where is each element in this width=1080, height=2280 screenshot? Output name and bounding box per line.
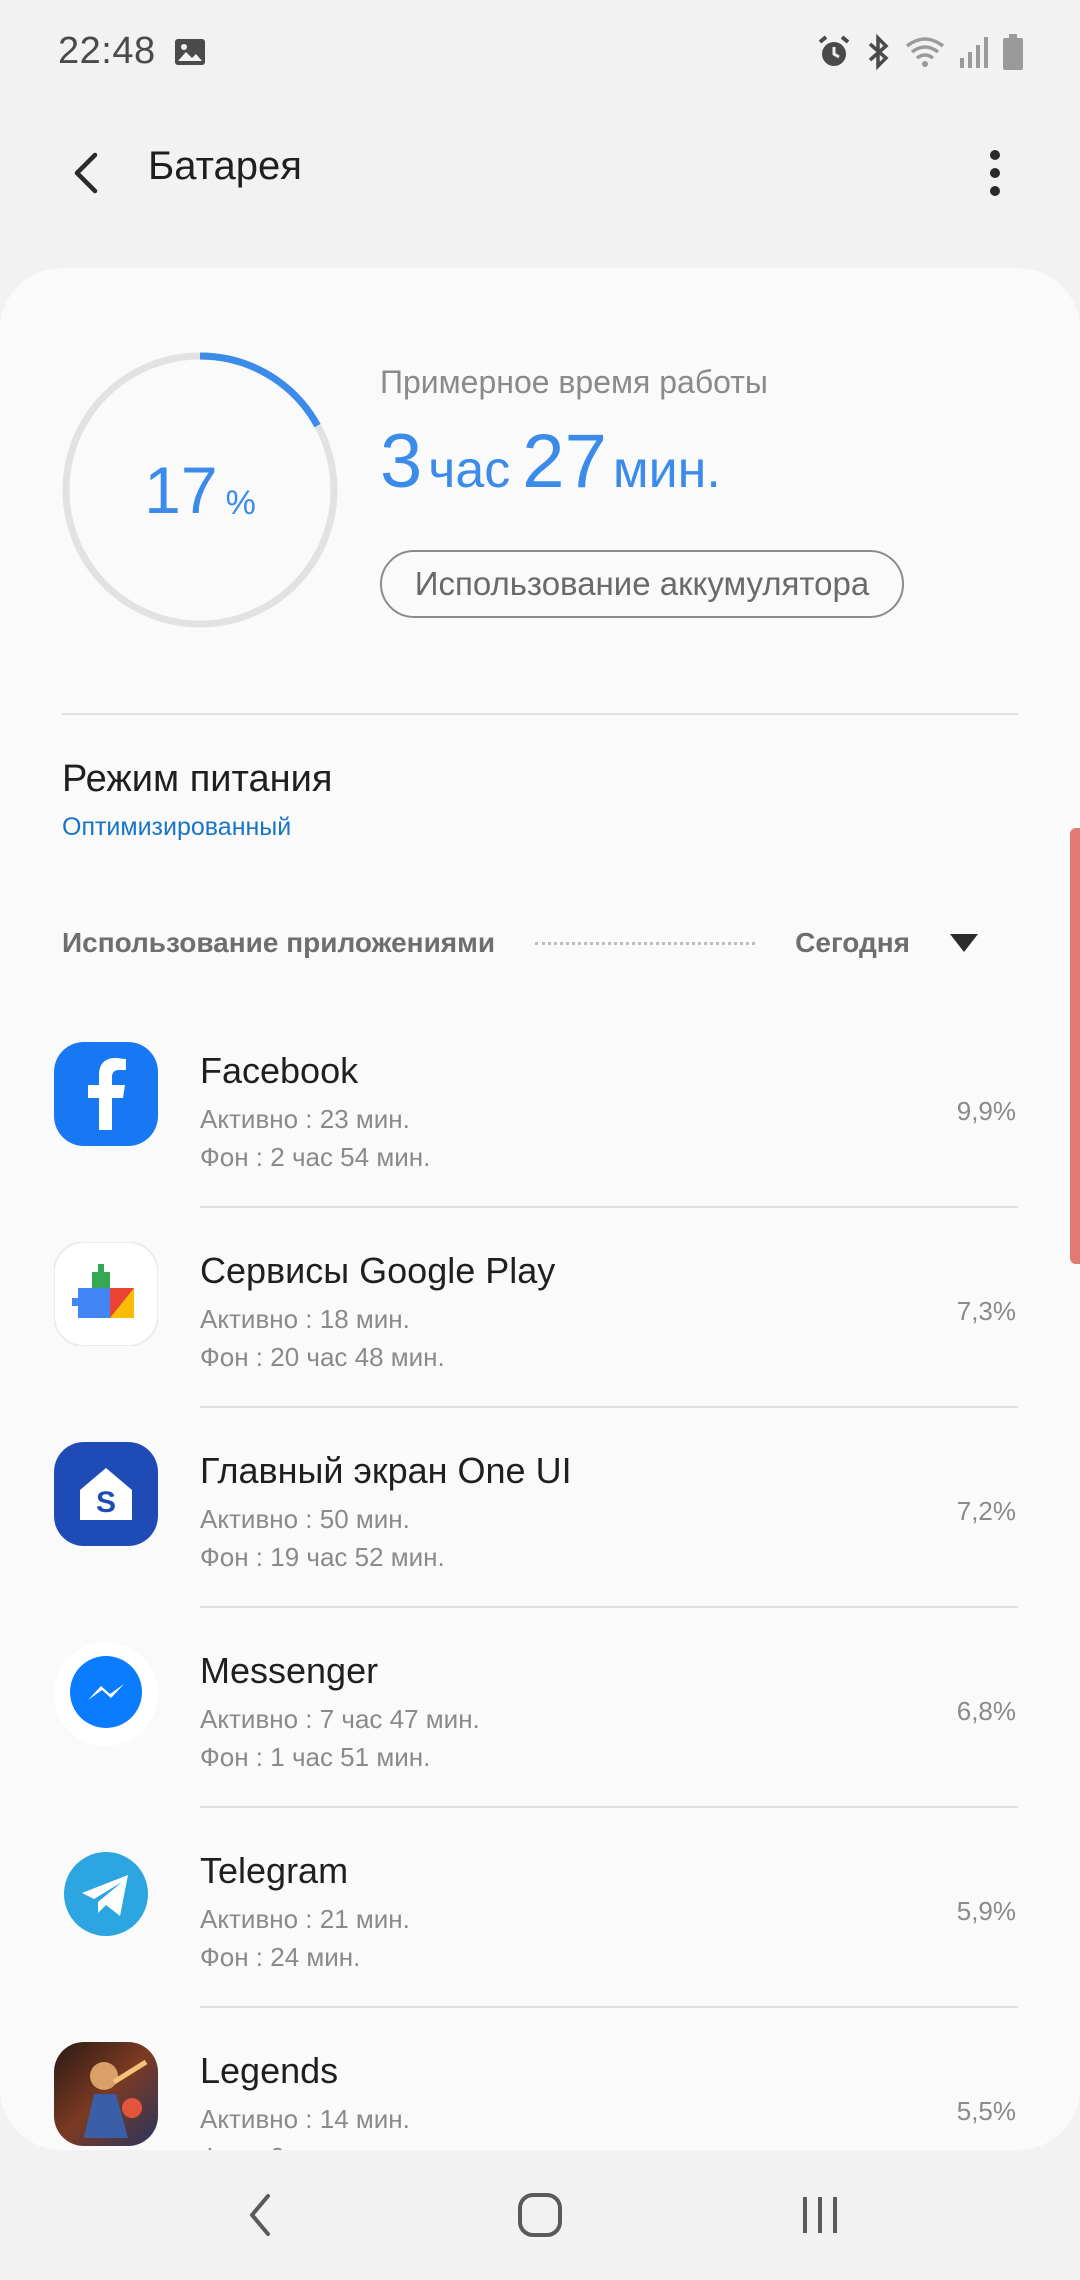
app-name: Сервисы Google Play: [200, 1250, 556, 1291]
app-usage-percent: 9,9%: [956, 1096, 1016, 1126]
back-arrow-icon: [74, 152, 98, 194]
more-vertical-icon: [990, 150, 1000, 196]
wifi-icon: [904, 34, 946, 70]
period-dropdown[interactable]: Сегодня: [795, 927, 978, 959]
telegram-icon: [54, 1842, 158, 1946]
svg-text:S: S: [96, 1486, 116, 1519]
app-active-time: Активно : 50 мин.: [200, 1504, 410, 1534]
app-usage-header: Использование приложениями Сегодня: [62, 918, 1018, 968]
app-background-time: Фон : 24 мин.: [200, 1942, 361, 1972]
estimate-minutes: 27: [522, 419, 607, 504]
app-background-time: Фон : 1 час 51 мин.: [200, 1742, 431, 1772]
navigation-bar: [0, 2150, 1080, 2280]
battery-percent-unit: %: [225, 483, 256, 522]
estimate-hours: 3: [380, 419, 423, 504]
nav-home-icon: [518, 2193, 562, 2237]
app-name: Главный экран One UI: [200, 1450, 572, 1491]
battery-percent: 17 %: [60, 350, 340, 630]
more-options-button[interactable]: [960, 138, 1030, 208]
nav-recents-button[interactable]: [780, 2175, 860, 2255]
alarm-icon: [816, 34, 852, 70]
dropdown-arrow-icon: [950, 934, 978, 952]
facebook-icon: [54, 1042, 158, 1146]
google-play-services-icon: [53, 1241, 159, 1347]
status-icons: [816, 32, 1024, 72]
app-usage-row[interactable]: Facebook Активно : 23 мин. Фон : 2 час 54 …: [0, 1008, 1080, 1208]
app-name: Legends: [200, 2050, 339, 2091]
divider: [62, 713, 1018, 715]
power-mode-title: Режим питания: [62, 758, 333, 800]
nav-back-icon: [250, 2194, 270, 2236]
app-name: Messenger: [200, 1650, 379, 1691]
one-ui-home-icon: S: [54, 1442, 158, 1546]
app-background-time: Фон : 2 час 54 мин.: [200, 1142, 431, 1172]
period-dropdown-label: Сегодня: [795, 927, 910, 958]
app-background-time: Фон : 20 час 48 мин.: [200, 1342, 445, 1372]
app-usage-percent: 7,2%: [956, 1496, 1016, 1526]
estimate-label: Примерное время работы: [380, 364, 768, 400]
app-usage-percent: 6,8%: [956, 1696, 1016, 1726]
nav-recents-icon: [803, 2197, 837, 2233]
back-button[interactable]: [52, 138, 122, 208]
bluetooth-icon: [864, 34, 892, 70]
app-usage-row[interactable]: Messenger Активно : 7 час 47 мин. Фон : 1 …: [0, 1608, 1080, 1808]
app-bar: Батарея: [0, 120, 1080, 230]
status-bar: 22:48: [0, 0, 1080, 100]
battery-usage-button[interactable]: Использование аккумулятора: [380, 550, 904, 618]
legends-game-icon: [54, 2042, 158, 2146]
nav-home-button[interactable]: [500, 2175, 580, 2255]
app-active-time: Активно : 23 мин.: [200, 1104, 410, 1134]
dotted-separator: [535, 941, 756, 945]
battery-screen: 22:48 Батарея 17 % Примерное время работ…: [0, 0, 1080, 2280]
battery-icon: [1002, 33, 1024, 71]
gallery-icon: [174, 38, 206, 66]
app-background-time: Фон : 0 мин.: [200, 2142, 346, 2150]
status-time: 22:48: [58, 30, 156, 72]
app-usage-row[interactable]: Сервисы Google Play Активно : 18 мин. Фон …: [0, 1208, 1080, 1408]
page-title: Батарея: [148, 144, 302, 188]
app-usage-percent: 5,5%: [956, 2096, 1016, 2126]
estimate-value: 3 час 27 мин.: [380, 418, 733, 505]
messenger-icon: [54, 1642, 158, 1746]
app-usage-row[interactable]: Legends Активно : 14 мин. Фон : 0 мин. 5,5%: [0, 2008, 1080, 2150]
app-usage-percent: 7,3%: [956, 1296, 1016, 1326]
app-usage-label: Использование приложениями: [62, 927, 496, 958]
nav-back-button[interactable]: [220, 2175, 300, 2255]
app-usage-row[interactable]: S Главный экран One UI Активно : 50 мин. Фо…: [0, 1408, 1080, 1608]
power-mode-value: Оптимизированный: [62, 813, 292, 841]
app-active-time: Активно : 7 час 47 мин.: [200, 1704, 480, 1734]
power-mode-item[interactable]: Режим питания Оптимизированный: [62, 758, 1022, 868]
app-active-time: Активно : 18 мин.: [200, 1304, 410, 1334]
app-name: Telegram: [200, 1850, 349, 1891]
signal-icon: [958, 34, 990, 70]
app-name: Facebook: [200, 1050, 359, 1091]
app-background-time: Фон : 19 час 52 мин.: [200, 1542, 445, 1572]
estimate-minutes-unit: мин.: [612, 441, 721, 499]
app-usage-percent: 5,9%: [956, 1896, 1016, 1926]
app-usage-row[interactable]: Telegram Активно : 21 мин. Фон : 24 мин. 5,…: [0, 1808, 1080, 2008]
app-active-time: Активно : 14 мин.: [200, 2104, 410, 2134]
app-active-time: Активно : 21 мин.: [200, 1904, 410, 1934]
estimate-hours-unit: час: [428, 441, 511, 499]
battery-percent-value: 17: [144, 453, 218, 527]
app-usage-list: Facebook Активно : 23 мин. Фон : 2 час 54 …: [0, 1008, 1080, 2150]
battery-card: 17 % Примерное время работы 3 час 27 мин. И…: [0, 268, 1080, 2150]
